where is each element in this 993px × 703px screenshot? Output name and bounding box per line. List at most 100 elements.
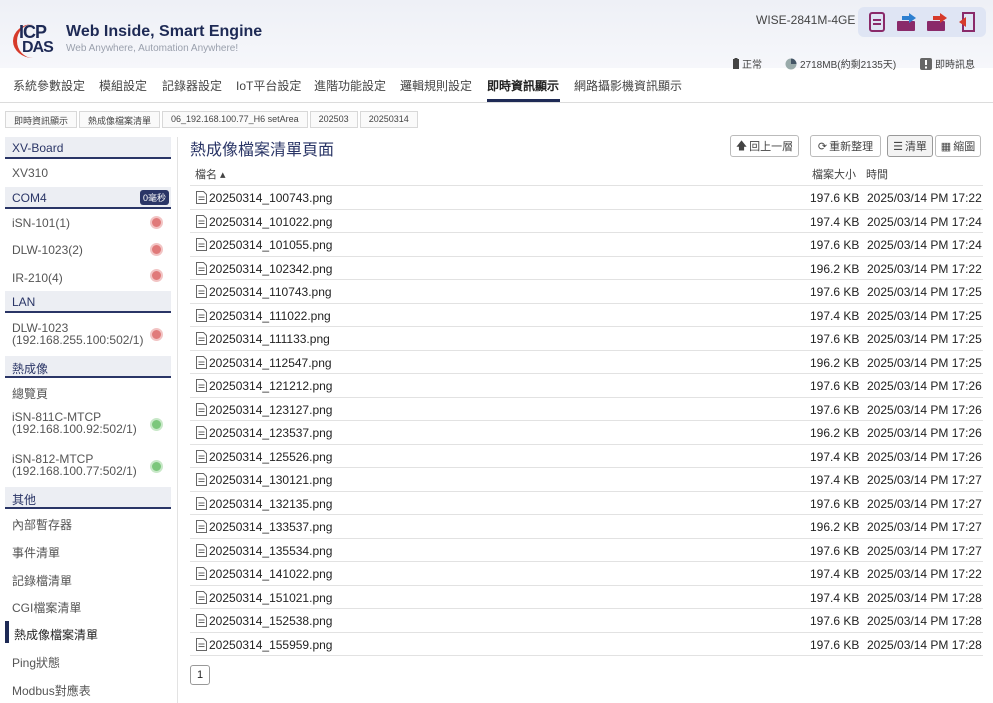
table-row[interactable]: 20250314_111133.png 197.6 KB 2025/03/14 PM…	[190, 326, 983, 350]
column-header-size[interactable]: 檔案大小	[812, 166, 856, 182]
file-name[interactable]: 20250314_110743.png	[209, 285, 332, 299]
file-name[interactable]: 20250314_102342.png	[209, 262, 332, 276]
file-name[interactable]: 20250314_152538.png	[209, 614, 332, 628]
table-row[interactable]: 20250314_151021.png 197.4 KB 2025/03/14 PM…	[190, 584, 983, 609]
breadcrumb-item[interactable]: 202503	[309, 111, 358, 128]
file-name[interactable]: 20250314_111022.png	[209, 309, 331, 323]
table-row[interactable]: 20250314_111022.png 197.4 KB 2025/03/14 PM…	[190, 302, 983, 327]
file-name[interactable]: 20250314_123127.png	[209, 403, 332, 417]
pagination-page[interactable]: 1	[190, 665, 210, 685]
menu-iot-settings[interactable]: IoT平台設定	[236, 77, 301, 94]
menu-camera-info[interactable]: 網路攝影機資訊顯示	[574, 77, 682, 94]
menu-logic-rules[interactable]: 邏輯規則設定	[400, 77, 472, 94]
breadcrumb-item[interactable]: 熱成像檔案清單	[79, 111, 161, 128]
sidebar-item-log-list[interactable]: 記錄檔清單	[5, 572, 171, 589]
file-size: 196.2 KB	[810, 355, 860, 370]
notification-status[interactable]: 即時訊息	[920, 56, 975, 71]
file-size: 197.4 KB	[810, 473, 860, 487]
table-row[interactable]: 20250314_100743.png 197.6 KB 2025/03/14 PM…	[190, 185, 983, 209]
sidebar-item-event-list[interactable]: 事件清單	[5, 544, 171, 561]
file-name[interactable]: 20250314_132135.png	[209, 497, 332, 511]
file-name[interactable]: 20250314_121212.png	[209, 379, 332, 393]
sidebar-item-cgi-list[interactable]: CGI檔案清單	[5, 599, 171, 616]
file-name[interactable]: 20250314_123537.png	[209, 426, 332, 440]
column-header-time[interactable]: 時間	[866, 166, 888, 182]
column-header-name[interactable]: 檔名 ▴	[195, 166, 226, 182]
file-name[interactable]: 20250314_100743.png	[209, 191, 332, 205]
sidebar-item-xv310[interactable]: XV310	[5, 166, 171, 180]
table-row[interactable]: 20250314_155959.png 197.6 KB 2025/03/14 PM…	[190, 631, 983, 656]
file-name[interactable]: 20250314_133537.png	[209, 520, 332, 534]
menu-realtime-info[interactable]: 即時資訊顯示	[487, 77, 559, 94]
device-address: (192.168.255.100:502/1)	[12, 333, 144, 347]
list-view-button[interactable]: ☰ 清單	[887, 135, 933, 157]
table-row[interactable]: 20250314_110743.png 197.6 KB 2025/03/14 PM…	[190, 279, 983, 303]
table-row[interactable]: 20250314_121212.png 197.6 KB 2025/03/14 PM…	[190, 373, 983, 397]
table-row[interactable]: 20250314_125526.png 197.4 KB 2025/03/14 PM…	[190, 443, 983, 468]
table-row[interactable]: 20250314_101055.png 197.6 KB 2025/03/14 PM…	[190, 232, 983, 256]
table-row[interactable]: 20250314_141022.png 197.4 KB 2025/03/14 PM…	[190, 561, 983, 585]
file-name[interactable]: 20250314_130121.png	[209, 473, 332, 487]
table-row[interactable]: 20250314_132135.png 197.6 KB 2025/03/14 PM…	[190, 490, 983, 515]
go-up-button[interactable]: 🡅 回上一層	[730, 135, 799, 157]
table-row[interactable]: 20250314_135534.png 197.6 KB 2025/03/14 PM…	[190, 537, 983, 562]
logout-icon[interactable]	[955, 11, 979, 33]
download-icon[interactable]	[925, 11, 949, 33]
menu-system-settings[interactable]: 系統參數設定	[13, 77, 85, 94]
file-time: 2025/03/14 PM 17:24	[867, 238, 982, 252]
logo-text-bottom: DAS	[22, 39, 54, 56]
info-icon	[920, 57, 932, 70]
sidebar-item-isn101[interactable]: iSN-101(1)	[5, 216, 171, 230]
sidebar-item-modbus-table[interactable]: Modbus對應表	[5, 682, 171, 699]
file-icon	[196, 379, 207, 392]
file-icon	[196, 285, 207, 298]
file-name[interactable]: 20250314_101022.png	[209, 215, 332, 229]
file-time: 2025/03/14 PM 17:26	[867, 426, 982, 440]
sidebar-section-xvboard: XV-Board	[5, 137, 171, 159]
breadcrumb-item[interactable]: 20250314	[359, 111, 418, 128]
table-row[interactable]: 20250314_112547.png 196.2 KB 2025/03/14 PM…	[190, 349, 983, 374]
menu-advanced-settings[interactable]: 進階功能設定	[314, 77, 386, 94]
thumbnail-view-label: 縮圖	[953, 141, 976, 153]
file-name[interactable]: 20250314_111133.png	[209, 332, 330, 346]
file-name[interactable]: 20250314_141022.png	[209, 567, 332, 581]
sidebar-section-lan: LAN	[5, 291, 171, 313]
breadcrumb-item[interactable]: 06_192.168.100.77_H6 setArea	[162, 111, 308, 128]
sidebar-item-ir210[interactable]: IR-210(4)	[5, 269, 171, 285]
menu-logger-settings[interactable]: 記錄器設定	[162, 77, 222, 94]
table-row[interactable]: 20250314_130121.png 197.4 KB 2025/03/14 PM…	[190, 467, 983, 491]
file-name[interactable]: 20250314_112547.png	[209, 356, 332, 370]
breadcrumb-item[interactable]: 即時資訊顯示	[5, 111, 78, 128]
table-row[interactable]: 20250314_123127.png 197.6 KB 2025/03/14 PM…	[190, 396, 983, 421]
file-name[interactable]: 20250314_151021.png	[209, 591, 332, 605]
file-size: 197.4 KB	[810, 214, 860, 229]
table-row[interactable]: 20250314_152538.png 197.6 KB 2025/03/14 PM…	[190, 608, 983, 632]
sidebar-item-isn812[interactable]: iSN-812-MTCP (192.168.100.77:502/1)	[5, 453, 171, 477]
file-name[interactable]: 20250314_101055.png	[209, 238, 332, 252]
sidebar-item-dlw1023[interactable]: DLW-1023(2)	[5, 243, 171, 257]
sidebar-item-isn811c[interactable]: iSN-811C-MTCP (192.168.100.92:502/1)	[5, 411, 171, 435]
file-size: 196.2 KB	[810, 520, 860, 534]
thumbnail-view-button[interactable]: ▦ 縮圖	[935, 135, 981, 157]
table-row[interactable]: 20250314_133537.png 196.2 KB 2025/03/14 PM…	[190, 514, 983, 538]
refresh-button[interactable]: ⟳ 重新整理	[810, 135, 881, 157]
document-icon[interactable]	[865, 11, 889, 33]
file-name[interactable]: 20250314_125526.png	[209, 450, 332, 464]
sidebar-item-internal-register[interactable]: 內部暫存器	[5, 516, 171, 533]
sidebar-item-thermal-file-list[interactable]: 熱成像檔案清單	[5, 621, 171, 643]
upload-icon[interactable]	[895, 11, 919, 33]
storage-status-text: 2718MB(約剩2135天)	[800, 60, 897, 71]
menu-module-settings[interactable]: 模組設定	[99, 77, 147, 94]
sidebar-item-lan-dlw1023[interactable]: DLW-1023 (192.168.255.100:502/1)	[5, 322, 171, 346]
file-name[interactable]: 20250314_135534.png	[209, 544, 332, 558]
status-dot-red	[150, 243, 163, 256]
sidebar-item-ping-status[interactable]: Ping狀態	[5, 654, 171, 671]
storage-status: 2718MB(約剩2135天)	[785, 56, 896, 71]
table-row[interactable]: 20250314_102342.png 196.2 KB 2025/03/14 PM…	[190, 255, 983, 280]
table-row[interactable]: 20250314_101022.png 197.4 KB 2025/03/14 PM…	[190, 208, 983, 233]
file-size: 197.4 KB	[810, 308, 860, 323]
file-name[interactable]: 20250314_155959.png	[209, 638, 332, 652]
table-row[interactable]: 20250314_123537.png 196.2 KB 2025/03/14 PM…	[190, 420, 983, 444]
file-size: 197.6 KB	[810, 191, 860, 205]
sidebar-item-overview[interactable]: 總覽頁	[5, 385, 171, 402]
